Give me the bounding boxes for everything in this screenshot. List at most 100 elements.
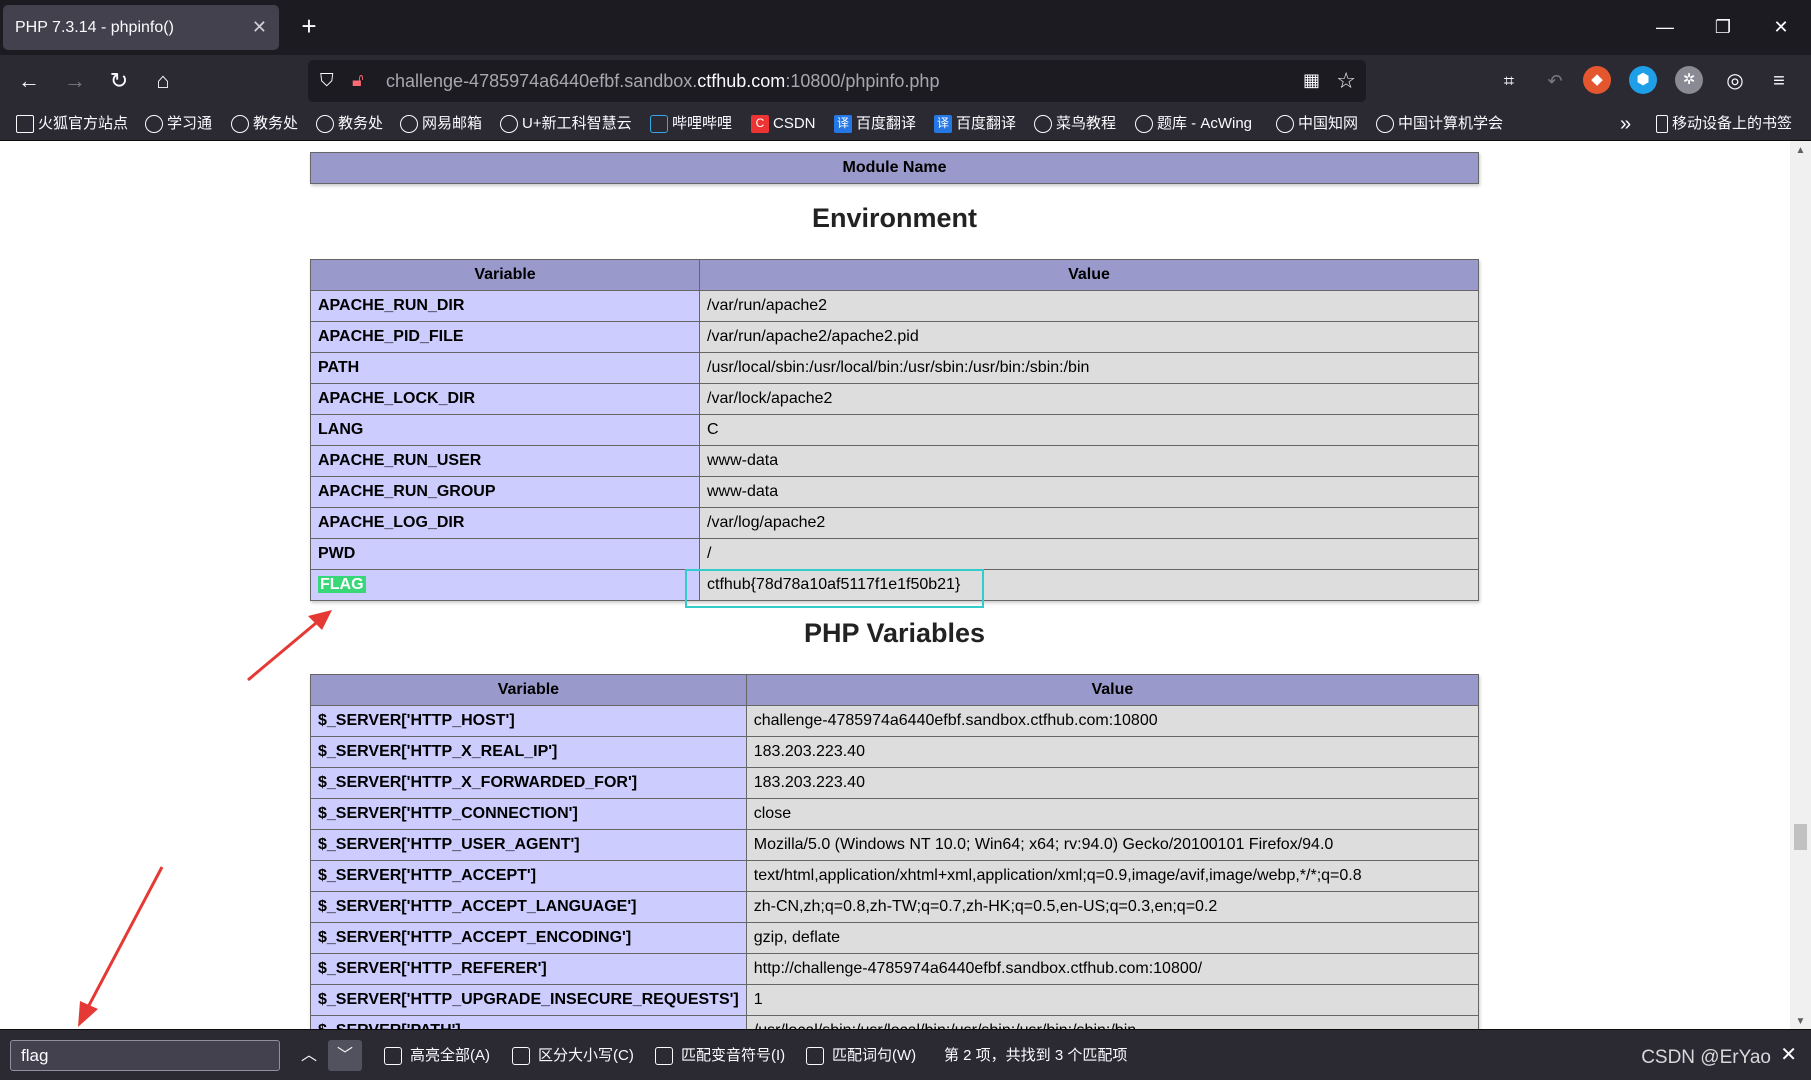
bookmark-item-13[interactable]: 中国计算机学会 [1376, 107, 1503, 141]
checkbox-icon [384, 1046, 402, 1065]
php-variables-table-wrap: Variable Value $_SERVER['HTTP_HOST'] chal… [310, 674, 1480, 1029]
whole-words-checkbox[interactable]: 匹配词句(W) [806, 1030, 916, 1080]
globe-icon [500, 115, 518, 133]
table-row: APACHE_LOG_DIR/var/log/apache2 [310, 507, 1479, 539]
bilibili-icon [650, 115, 668, 133]
tab-phpinfo[interactable]: PHP 7.3.14 - phpinfo() ✕ [3, 5, 279, 50]
insecure-lock-icon[interactable]: 🔓︎ [352, 70, 372, 92]
bookmark-item-2[interactable]: 教务处 [231, 107, 298, 141]
bookmark-item-6[interactable]: 哔哩哔哩 [650, 107, 732, 141]
highlight-all-checkbox[interactable]: 高亮全部(A) [384, 1030, 490, 1080]
checkbox-icon [655, 1046, 673, 1065]
table-row: PATH/usr/local/sbin:/usr/local/bin:/usr/… [310, 352, 1479, 384]
find-previous-icon[interactable]: ︿ [292, 1040, 326, 1071]
table-row: $_SERVER['PATH']/usr/local/sbin:/usr/loc… [310, 1015, 1480, 1029]
environment-heading: Environment [811, 203, 978, 233]
match-case-checkbox[interactable]: 区分大小写(C) [512, 1030, 634, 1080]
extension-fox-icon[interactable]: ◆ [1583, 66, 1611, 94]
globe-icon [316, 115, 334, 133]
table-row: PWD / [310, 538, 1479, 570]
bookmark-item-1[interactable]: 学习通 [145, 107, 212, 141]
url-bar[interactable]: ⛉ 🔓︎ challenge-4785974a6440efbf.sandbox.… [308, 60, 1366, 102]
bookmark-item-11[interactable]: 题库 - AcWing [1135, 107, 1252, 141]
folder-icon [16, 115, 34, 133]
flag-search-highlight: FLAG [318, 576, 366, 593]
bookmark-item-8[interactable]: 译百度翻译 [834, 107, 916, 141]
bookmark-item-7[interactable]: C CSDN [751, 107, 816, 141]
translate-icon: 译 [834, 115, 852, 133]
qr-code-icon[interactable]: ▦ [1303, 70, 1320, 91]
home-icon[interactable]: ⌂ [146, 64, 180, 98]
table-row: APACHE_RUN_USER www-data [310, 445, 1479, 477]
bookmark-item-3[interactable]: 教务处 [316, 107, 383, 141]
bookmark-item-4[interactable]: 网易邮箱 [400, 107, 482, 141]
env-header-variable: Variable [310, 259, 700, 291]
globe-icon [1276, 115, 1294, 133]
globe-icon [1135, 115, 1153, 133]
page-scrollbar[interactable]: ▲ ▼ [1790, 141, 1811, 1029]
minimize-icon[interactable]: — [1636, 0, 1694, 55]
csdn-watermark: CSDN @ErYao [1641, 1047, 1771, 1068]
table-row: $_SERVER['HTTP_HOST'] challenge-4785974a6… [310, 705, 1480, 737]
shield-icon[interactable]: ⛉ [320, 70, 340, 92]
scroll-up-icon[interactable]: ▲ [1790, 145, 1811, 156]
translate-icon: 译 [934, 115, 952, 133]
checkbox-icon [806, 1046, 824, 1065]
account-icon[interactable]: ◎ [1718, 64, 1752, 98]
find-next-icon[interactable]: ﹀ [328, 1040, 362, 1071]
table-row: $_SERVER['HTTP_X_REAL_IP'] 183.203.223.40 [310, 736, 1480, 768]
forward-arrow-icon[interactable]: → [58, 64, 92, 98]
table-row: $_SERVER['HTTP_ACCEPT_LANGUAGE'] zh-CN,zh… [310, 891, 1480, 923]
table-row: $_SERVER['HTTP_REFERER'] http://challenge… [310, 953, 1480, 985]
page-viewport: Module Name Environment Variable Value A… [0, 141, 1790, 1029]
bookmark-item-9[interactable]: 译百度翻译 [934, 107, 1016, 141]
bookmark-item-12[interactable]: 中国知网 [1276, 107, 1358, 141]
window-close-icon[interactable]: ✕ [1752, 0, 1810, 55]
flag-annotation-box [685, 569, 984, 608]
find-status: 第 2 项，共找到 3 个匹配项 [944, 1047, 1128, 1064]
bookmarks-overflow-icon[interactable]: » [1620, 107, 1631, 141]
csdn-icon: C [751, 115, 769, 133]
screenshot-crop-icon[interactable]: ⌗ [1492, 64, 1526, 98]
match-diacritics-checkbox[interactable]: 匹配变音符号(I) [655, 1030, 785, 1080]
restore-icon[interactable]: ❐ [1694, 0, 1752, 55]
find-bar: ︿ ﹀ 高亮全部(A) 区分大小写(C) 匹配变音符号(I) 匹配词句(W) 第… [0, 1029, 1811, 1080]
globe-icon [400, 115, 418, 133]
url-text[interactable]: challenge-4785974a6440efbf.sandbox.ctfhu… [386, 60, 939, 102]
env-header-value: Value [699, 259, 1479, 291]
module-name-table-wrap: Module Name [310, 152, 1479, 184]
table-row: APACHE_LOCK_DIR/var/lock/apache2 [310, 383, 1479, 415]
mobile-bookmarks[interactable]: 移动设备上的书签 [1656, 107, 1792, 141]
reload-icon[interactable]: ↻ [102, 64, 136, 98]
tab-title: PHP 7.3.14 - phpinfo() [15, 18, 174, 36]
table-row: APACHE_RUN_DIR/var/run/apache2 [310, 290, 1479, 322]
php-variables-table: Variable Value $_SERVER['HTTP_HOST'] chal… [310, 674, 1480, 1029]
bookmark-item-5[interactable]: U+新工科智慧云 [500, 107, 632, 141]
extension-gear-icon[interactable]: ✲ [1675, 66, 1703, 94]
nav-bar: ← → ↻ ⌂ ⛉ 🔓︎ challenge-4785974a6440efbf.… [0, 55, 1811, 107]
table-row: APACHE_RUN_GROUP www-data [310, 476, 1479, 508]
bookmark-item-0[interactable]: 火狐官方站点 [16, 107, 128, 141]
module-name-header: Module Name [310, 152, 1479, 184]
table-row: APACHE_PID_FILE/var/run/apache2/apache2.… [310, 321, 1479, 353]
table-row: $_SERVER['HTTP_ACCEPT_ENCODING'] gzip, de… [310, 922, 1480, 954]
menu-hamburger-icon[interactable]: ≡ [1762, 64, 1796, 98]
undo-extension-icon[interactable]: ↶ [1538, 64, 1572, 98]
tab-bar: PHP 7.3.14 - phpinfo() ✕ + — ❐ ✕ [0, 0, 1811, 55]
new-tab-button[interactable]: + [292, 10, 326, 44]
globe-icon [145, 115, 163, 133]
extension-cube-icon[interactable]: ⬢ [1629, 66, 1657, 94]
bookmark-star-icon[interactable]: ☆ [1336, 68, 1356, 94]
find-close-icon[interactable]: ✕ [1780, 1030, 1797, 1080]
bookmark-item-10[interactable]: 菜鸟教程 [1034, 107, 1116, 141]
table-row: LANG C [310, 414, 1479, 446]
tab-close-icon[interactable]: ✕ [252, 17, 267, 38]
globe-icon [231, 115, 249, 133]
scroll-down-icon[interactable]: ▼ [1790, 1016, 1811, 1027]
mobile-device-icon [1656, 115, 1668, 133]
find-input[interactable] [10, 1040, 280, 1071]
back-arrow-icon[interactable]: ← [12, 64, 46, 98]
module-name-table: Module Name [310, 152, 1479, 184]
annotation-arrow-findbar-icon [78, 866, 164, 1027]
scrollbar-thumb[interactable] [1794, 824, 1807, 850]
